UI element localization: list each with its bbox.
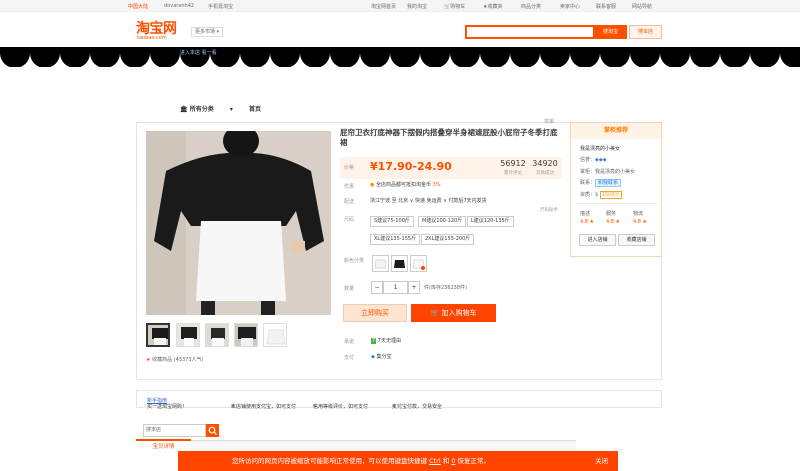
region-link[interactable]: 中国大陆 [128,3,148,10]
price-label: 价格 [344,165,355,171]
cart-icon: 🛒 [430,309,440,317]
favorite-shop-button[interactable]: 收藏店铺 [618,234,655,246]
add-to-cart-button[interactable]: 🛒 加入购物车 [411,304,496,322]
metric-logistics-value: 4.8 ★ [633,219,648,225]
promise-label: 承诺 [344,339,355,345]
product-main-image [146,131,331,315]
favorite-item[interactable]: ★ 收藏商品 (43373人气) [146,356,203,363]
shop-search-input[interactable]: 搜本店 [143,424,206,437]
more-markets-dropdown[interactable]: 更多市场 ▾ [191,27,224,37]
quantity-decrease-button[interactable]: − [371,281,383,294]
coin-icon: ● [370,182,375,188]
seller-panel-header: 掌柜推荐 [571,123,661,139]
shipping-info[interactable]: 浙江宁波 至 北京 ∨ 快递 免运费 ∨ 付款后7天内发货 [370,197,487,204]
buy-now-button[interactable]: 立即购买 [343,304,407,322]
credit-row: 信誉：◆◆◆ [580,157,607,163]
guarantee-item-1: 买一送淘宝网购！ 新手指南 [147,398,188,410]
banner-link[interactable]: 进入本店 看一看 [180,49,217,56]
search-taobao-button[interactable]: 搜淘宝 [594,25,627,39]
reviews-count[interactable]: 56912 [498,159,528,168]
taobao-logo[interactable]: 淘宝网 [136,22,177,36]
thumbnail-1[interactable] [146,323,170,347]
payment-label: 支付 [344,355,355,361]
favorites-link[interactable]: ★收藏夹 [483,3,503,10]
product-title: 屁帘卫衣打底神器下摆假内搭叠穿半身裙遮屁股小屁帘子冬季打底裙 [340,128,558,147]
shipping-label: 配送 [344,199,355,205]
promo-text: ● 全店商品都可抵扣淘金币 3% [370,182,441,188]
search-input[interactable] [465,25,595,39]
guarantee-strip: 买一送淘宝网购！ 新手指南 ▪ 本店铺使用支付宝，如可支付 ▪ 信用等级评价，如… [136,390,662,410]
site-topbar: 中国大陆 dovaranh42 手机逛淘宝 淘宝网首页 我的淘宝 🛒购物车 ★收… [0,0,800,12]
cart-link[interactable]: 🛒购物车 [444,3,465,10]
stock-info: 件(库存236238件) [424,285,467,291]
owner-row: 掌柜：我是漂亮的小美女 [580,169,636,175]
home-link[interactable]: 淘宝网首页 [371,3,396,10]
contact-row: 联系： 和我联系 [580,179,622,187]
size-option-2xl[interactable]: 2XL建议155-200斤 [421,234,475,245]
size-option-s[interactable]: S建议75-100斤 [370,216,414,227]
color-option-white-lace[interactable] [410,255,427,272]
thumbnail-5[interactable] [263,323,287,347]
shop-name[interactable]: 我是漂亮的小美女 [580,145,620,152]
customer-service-link[interactable]: 联系客服 [596,3,616,10]
return-icon: 7 [371,338,377,344]
color-label: 颜色分类 [344,258,365,264]
my-taobao-link[interactable]: 我的淘宝 [407,3,427,10]
price-value: ¥17.90-24.90 [370,160,452,173]
shop-nav: 🏛 所有分类 ▾ 首页 [180,104,275,113]
deposit-icon: $ [595,192,599,198]
size-chart-link[interactable]: 尺码助手 [540,207,558,213]
all-categories-menu[interactable]: 🏛 所有分类 ▾ [180,106,233,113]
color-option-white[interactable] [372,255,389,272]
report-link[interactable]: 举报 [544,118,554,125]
seller-divider [576,203,658,204]
metric-service-value: 4.8 ★ [606,219,621,225]
thumbnail-2[interactable] [176,323,200,347]
contact-seller-button[interactable]: 和我联系 [595,179,622,187]
mobile-link[interactable]: 手机逛淘宝 [208,3,233,10]
metric-service-label: 服务 [606,211,617,217]
shop-search-button[interactable] [206,424,219,437]
notice-close-button[interactable]: 关闭 [595,451,608,471]
star-icon: ★ [146,357,151,363]
promo-label: 优惠 [344,184,355,190]
nav-home[interactable]: 首页 [249,106,261,113]
site-nav-link[interactable]: 网站导航 [632,3,652,10]
reviews-label: 累计评论 [504,171,522,176]
quantity-input[interactable]: 1 [383,281,408,294]
enter-shop-button[interactable]: 进入店铺 [579,234,616,246]
size-option-xl[interactable]: XL建议135-155斤 [370,234,421,245]
seller-center-link[interactable]: 卖家中心 [560,3,580,10]
zoom-notice-bar: 您所访问的网页内容被缩放可能影响正常使用，可以使用键盘快捷键 Ctrl 和 0 … [178,451,618,471]
taobao-logo-sub: taobao.com [137,35,167,41]
thumbnail-4[interactable] [234,323,258,347]
promise-info[interactable]: 7 7天无理由 [371,337,401,344]
shop-banner [0,47,800,67]
thumbnail-3[interactable] [205,323,229,347]
quantity-increase-button[interactable]: + [408,281,420,294]
sales-label: 交易成功 [536,171,554,176]
jifenbao-icon: ◆ [371,354,375,360]
search-shop-button[interactable]: 搜本店 [629,25,662,39]
size-option-m[interactable]: M建议100-120斤 [418,216,467,227]
diamond-icon: ◆◆◆ [595,157,607,163]
color-option-black[interactable] [391,255,408,272]
payment-info[interactable]: ◆ 集分宝 [371,353,391,360]
metric-desc-label: 描述 [580,211,591,217]
search-icon [208,426,217,435]
quantity-label: 数量 [344,286,355,292]
metric-desc-value: 4.8 ★ [580,219,595,225]
metric-logistics-label: 物流 [633,211,644,217]
size-label: 尺码 [344,217,355,223]
sales-count: 34920 [532,159,558,168]
username-link[interactable]: dovaranh42 [164,3,194,9]
size-option-l[interactable]: L建议120-135斤 [467,216,514,227]
qualification-row: 资质：$ 1000元 [580,191,622,199]
categories-link[interactable]: 商品分类 [521,3,541,10]
